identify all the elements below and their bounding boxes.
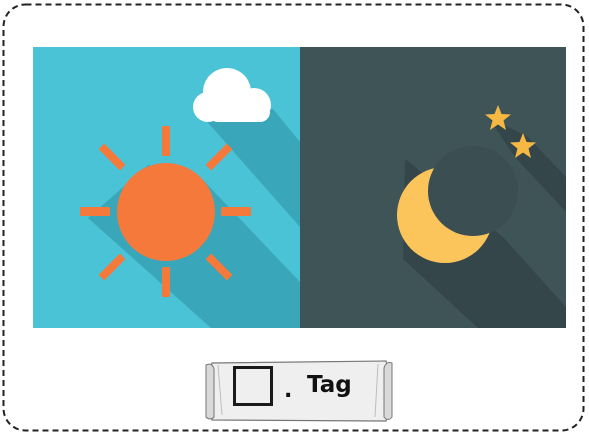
caption-separator: . bbox=[284, 378, 293, 403]
answer-blank-box[interactable] bbox=[233, 366, 273, 406]
night-panel bbox=[300, 47, 566, 328]
day-night-illustration bbox=[33, 47, 566, 328]
sun-icon bbox=[80, 126, 251, 297]
day-panel bbox=[33, 47, 300, 328]
caption-word: Tag bbox=[307, 372, 352, 398]
